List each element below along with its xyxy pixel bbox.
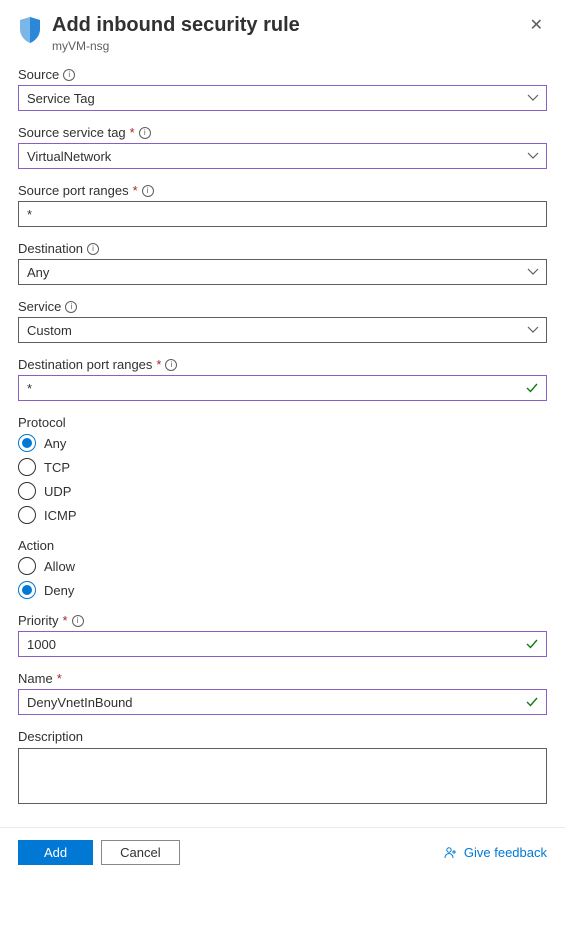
service-select[interactable]: Custom xyxy=(18,317,547,343)
action-radio-group: Allow Deny xyxy=(18,557,547,599)
radio-option-tcp[interactable]: TCP xyxy=(18,458,547,476)
destination-port-ranges-label: Destination port ranges xyxy=(18,357,152,372)
field-source-service-tag: Source service tag * i VirtualNetwork xyxy=(18,125,547,169)
radio-option-any[interactable]: Any xyxy=(18,434,547,452)
radio-option-icmp[interactable]: ICMP xyxy=(18,506,547,524)
add-button[interactable]: Add xyxy=(18,840,93,865)
field-description: Description xyxy=(18,729,547,807)
field-source-port-ranges: Source port ranges * i xyxy=(18,183,547,227)
field-destination-port-ranges: Destination port ranges * i xyxy=(18,357,547,401)
radio-button xyxy=(18,506,36,524)
radio-label: Any xyxy=(44,436,66,451)
info-icon[interactable]: i xyxy=(72,615,84,627)
field-name: Name * xyxy=(18,671,547,715)
panel-title: Add inbound security rule xyxy=(52,14,516,37)
radio-option-udp[interactable]: UDP xyxy=(18,482,547,500)
radio-button xyxy=(18,482,36,500)
info-icon[interactable]: i xyxy=(142,185,154,197)
required-indicator: * xyxy=(62,613,67,628)
required-indicator: * xyxy=(130,125,135,140)
panel-footer: Add Cancel Give feedback xyxy=(0,828,565,877)
priority-input[interactable] xyxy=(18,631,547,657)
radio-label: Allow xyxy=(44,559,75,574)
field-source: Source i Service Tag xyxy=(18,67,547,111)
security-rule-panel: Add inbound security rule myVM-nsg ✕ Sou… xyxy=(0,0,565,807)
radio-button xyxy=(18,434,36,452)
close-button[interactable]: ✕ xyxy=(526,14,547,38)
feedback-label: Give feedback xyxy=(464,845,547,860)
info-icon[interactable]: i xyxy=(65,301,77,313)
required-indicator: * xyxy=(57,671,62,686)
service-label: Service xyxy=(18,299,61,314)
field-service: Service i Custom xyxy=(18,299,547,343)
priority-label: Priority xyxy=(18,613,58,628)
radio-label: Deny xyxy=(44,583,74,598)
destination-label: Destination xyxy=(18,241,83,256)
feedback-icon xyxy=(444,846,458,860)
name-input[interactable] xyxy=(18,689,547,715)
name-label: Name xyxy=(18,671,53,686)
destination-port-ranges-input[interactable] xyxy=(18,375,547,401)
radio-button xyxy=(18,557,36,575)
description-label: Description xyxy=(18,729,547,744)
info-icon[interactable]: i xyxy=(87,243,99,255)
info-icon[interactable]: i xyxy=(63,69,75,81)
give-feedback-link[interactable]: Give feedback xyxy=(444,845,547,860)
radio-label: ICMP xyxy=(44,508,77,523)
field-priority: Priority * i xyxy=(18,613,547,657)
cancel-button[interactable]: Cancel xyxy=(101,840,179,865)
panel-header: Add inbound security rule myVM-nsg ✕ xyxy=(18,14,547,53)
description-textarea[interactable] xyxy=(18,748,547,804)
close-icon: ✕ xyxy=(530,17,543,34)
radio-label: TCP xyxy=(44,460,70,475)
source-select[interactable]: Service Tag xyxy=(18,85,547,111)
required-indicator: * xyxy=(156,357,161,372)
radio-option-allow[interactable]: Allow xyxy=(18,557,547,575)
radio-button xyxy=(18,581,36,599)
required-indicator: * xyxy=(133,183,138,198)
protocol-radio-group: Any TCP UDP ICMP xyxy=(18,434,547,524)
source-service-tag-label: Source service tag xyxy=(18,125,126,140)
source-port-ranges-input[interactable] xyxy=(18,201,547,227)
info-icon[interactable]: i xyxy=(165,359,177,371)
shield-icon xyxy=(18,16,42,44)
info-icon[interactable]: i xyxy=(139,127,151,139)
field-action: Action Allow Deny xyxy=(18,538,547,599)
source-label: Source xyxy=(18,67,59,82)
radio-label: UDP xyxy=(44,484,71,499)
action-label: Action xyxy=(18,538,547,553)
source-service-tag-select[interactable]: VirtualNetwork xyxy=(18,143,547,169)
field-protocol: Protocol Any TCP UDP ICMP xyxy=(18,415,547,524)
source-port-ranges-label: Source port ranges xyxy=(18,183,129,198)
radio-option-deny[interactable]: Deny xyxy=(18,581,547,599)
protocol-label: Protocol xyxy=(18,415,547,430)
destination-select[interactable]: Any xyxy=(18,259,547,285)
field-destination: Destination i Any xyxy=(18,241,547,285)
panel-subtitle: myVM-nsg xyxy=(52,39,516,53)
radio-button xyxy=(18,458,36,476)
